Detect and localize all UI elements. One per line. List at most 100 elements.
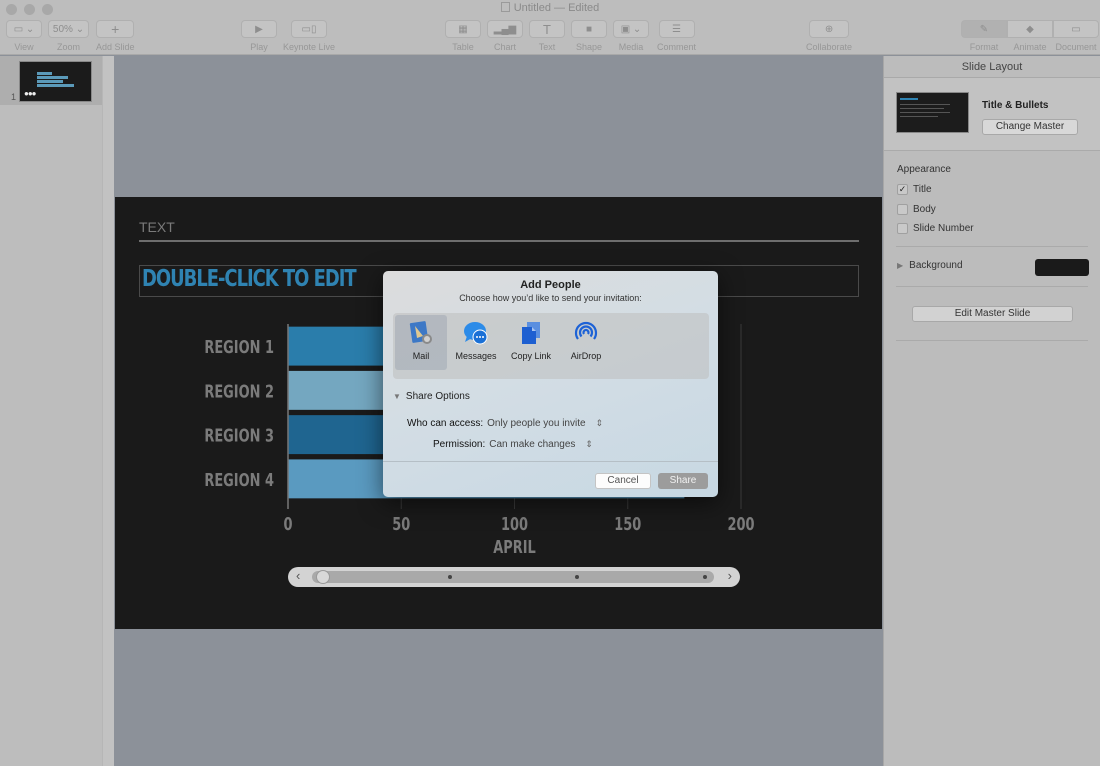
permission-select[interactable]: Can make changes (489, 439, 575, 450)
animate-tab-label: Animate (1013, 42, 1047, 52)
disclosure-triangle-down-icon: ▼ (393, 392, 401, 401)
format-brush-icon: ✎ (979, 23, 989, 35)
chart-button[interactable]: ▂▄▆ Chart (487, 20, 523, 52)
category-label: REGION 1 (204, 336, 274, 358)
format-tab[interactable]: ✎ (961, 20, 1007, 38)
divider (896, 286, 1088, 287)
document-tab-label: Document (1055, 42, 1097, 52)
text-icon: T (529, 20, 565, 38)
slide-thumbnail-row[interactable]: 1 ●●● (0, 56, 102, 105)
layout-name: Title & Bullets (982, 100, 1049, 111)
who-can-access-row: Who can access: Only people you invite ⇕ (407, 418, 603, 429)
permission-row: Permission: Can make changes ⇕ (433, 439, 593, 450)
share-via-messages[interactable]: Messages (450, 315, 502, 370)
slide-layout-section: Title & Bullets Change Master (884, 78, 1100, 151)
view-icon: ▭ ⌄ (6, 20, 42, 38)
text-button[interactable]: T Text (529, 20, 565, 52)
toolbar: Untitled — Edited ▭ ⌄ View 50% ⌄ Zoom + … (0, 0, 1100, 55)
collaborate-icon: ⊕ (809, 20, 850, 38)
share-button[interactable]: Share (658, 473, 708, 489)
background-color-well[interactable] (1035, 259, 1089, 276)
title-checkbox-row[interactable]: ✓ Title (897, 184, 932, 195)
add-people-dialog: Add People Choose how you’d like to send… (383, 271, 718, 497)
body-checkbox-row[interactable]: Body (897, 204, 936, 215)
divider (896, 340, 1088, 341)
airdrop-icon (573, 320, 599, 346)
document-icon: ▭ (1071, 23, 1081, 35)
cancel-button[interactable]: Cancel (595, 473, 651, 489)
share-via-copy-link[interactable]: Copy Link (505, 315, 557, 370)
slide-number-checkbox[interactable] (897, 223, 908, 234)
keynote-doc-icon (500, 2, 510, 12)
dialog-subtitle: Choose how you’d like to send your invit… (459, 293, 642, 303)
media-icon: ▣ ⌄ (613, 20, 649, 38)
scrubber-track[interactable] (312, 571, 714, 583)
comment-icon: ☰ (658, 20, 695, 38)
window-title: Untitled — Edited (0, 2, 1100, 14)
scrubber-next-icon[interactable]: › (728, 568, 732, 583)
who-can-access-select[interactable]: Only people you invite (487, 418, 585, 429)
background-disclosure[interactable]: ▶ Background (897, 260, 963, 271)
master-thumbnail[interactable] (896, 92, 969, 133)
popup-stepper-icon[interactable]: ⇕ (585, 439, 593, 450)
media-button[interactable]: ▣ ⌄ Media (613, 20, 649, 52)
add-slide-button[interactable]: + Add Slide (96, 20, 135, 52)
popup-stepper-icon[interactable]: ⇕ (596, 418, 604, 429)
share-options-disclosure[interactable]: ▼ Share Options (393, 391, 470, 402)
divider (383, 461, 718, 462)
messages-icon (463, 320, 489, 346)
x-tick-label: 200 (727, 513, 754, 535)
copy-link-icon (518, 320, 544, 346)
scrubber-stop (575, 575, 579, 579)
keynote-live-button[interactable]: ▭▯ Keynote Live (283, 20, 335, 52)
play-button[interactable]: ▶ Play (241, 20, 277, 52)
permission-label: Permission: (433, 439, 486, 450)
chart-icon: ▂▄▆ (487, 20, 523, 38)
format-tab-label: Format (969, 42, 999, 52)
share-via-airdrop[interactable]: AirDrop (560, 315, 612, 370)
x-tick-label: 150 (614, 513, 641, 535)
build-indicator-icon: ●●● (24, 89, 36, 98)
change-master-button[interactable]: Change Master (982, 119, 1078, 135)
divider (896, 246, 1088, 247)
chart-scrubber[interactable]: ‹ › (288, 567, 740, 587)
mail-icon (408, 320, 434, 346)
category-label: REGION 4 (204, 469, 274, 491)
comment-button[interactable]: ☰ Comment (657, 20, 696, 52)
scrubber-prev-icon[interactable]: ‹ (296, 568, 300, 583)
category-label: REGION 2 (204, 380, 274, 402)
x-tick-label: 0 (283, 513, 292, 535)
scrubber-knob[interactable] (316, 570, 330, 584)
inspector-tabs: ✎ ◆ ▭ (961, 20, 1099, 38)
table-button[interactable]: ▦ Table (445, 20, 481, 52)
scrubber-stop (703, 575, 707, 579)
x-tick-label: 100 (501, 513, 528, 535)
navigator-scrollbar[interactable] (102, 56, 114, 766)
shape-button[interactable]: ■ Shape (571, 20, 607, 52)
edit-master-slide-button[interactable]: Edit Master Slide (912, 306, 1073, 322)
body-checkbox[interactable] (897, 204, 908, 215)
slide-navigator: 1 ●●● (0, 56, 102, 766)
share-method-list: Mail Messages Copy Link AirDrop (393, 313, 709, 379)
inspector-panel: Slide Layout Title & Bullets Change Mast… (883, 56, 1100, 766)
document-tab[interactable]: ▭ (1053, 20, 1099, 38)
view-button[interactable]: ▭ ⌄ View (6, 20, 42, 52)
zoom-value: 50% (52, 23, 73, 35)
animate-tab[interactable]: ◆ (1007, 20, 1053, 38)
title-checkbox[interactable]: ✓ (897, 184, 908, 195)
category-label: REGION 3 (204, 424, 274, 446)
zoom-select[interactable]: 50% ⌄ Zoom (48, 20, 89, 52)
scrubber-stop (448, 575, 452, 579)
disclosure-triangle-icon: ▶ (897, 261, 904, 270)
play-icon: ▶ (241, 20, 277, 38)
who-can-access-label: Who can access: (407, 418, 484, 429)
share-via-mail[interactable]: Mail (395, 315, 447, 370)
collaborate-button[interactable]: ⊕ Collaborate (806, 20, 852, 52)
slide-number-checkbox-row[interactable]: Slide Number (897, 223, 974, 234)
slide-number: 1 (11, 92, 17, 102)
slide-thumbnail[interactable]: ●●● (19, 61, 92, 102)
shape-icon: ■ (571, 20, 607, 38)
animate-diamond-icon: ◆ (1026, 23, 1034, 35)
table-icon: ▦ (445, 20, 481, 38)
plus-icon: + (96, 20, 135, 38)
